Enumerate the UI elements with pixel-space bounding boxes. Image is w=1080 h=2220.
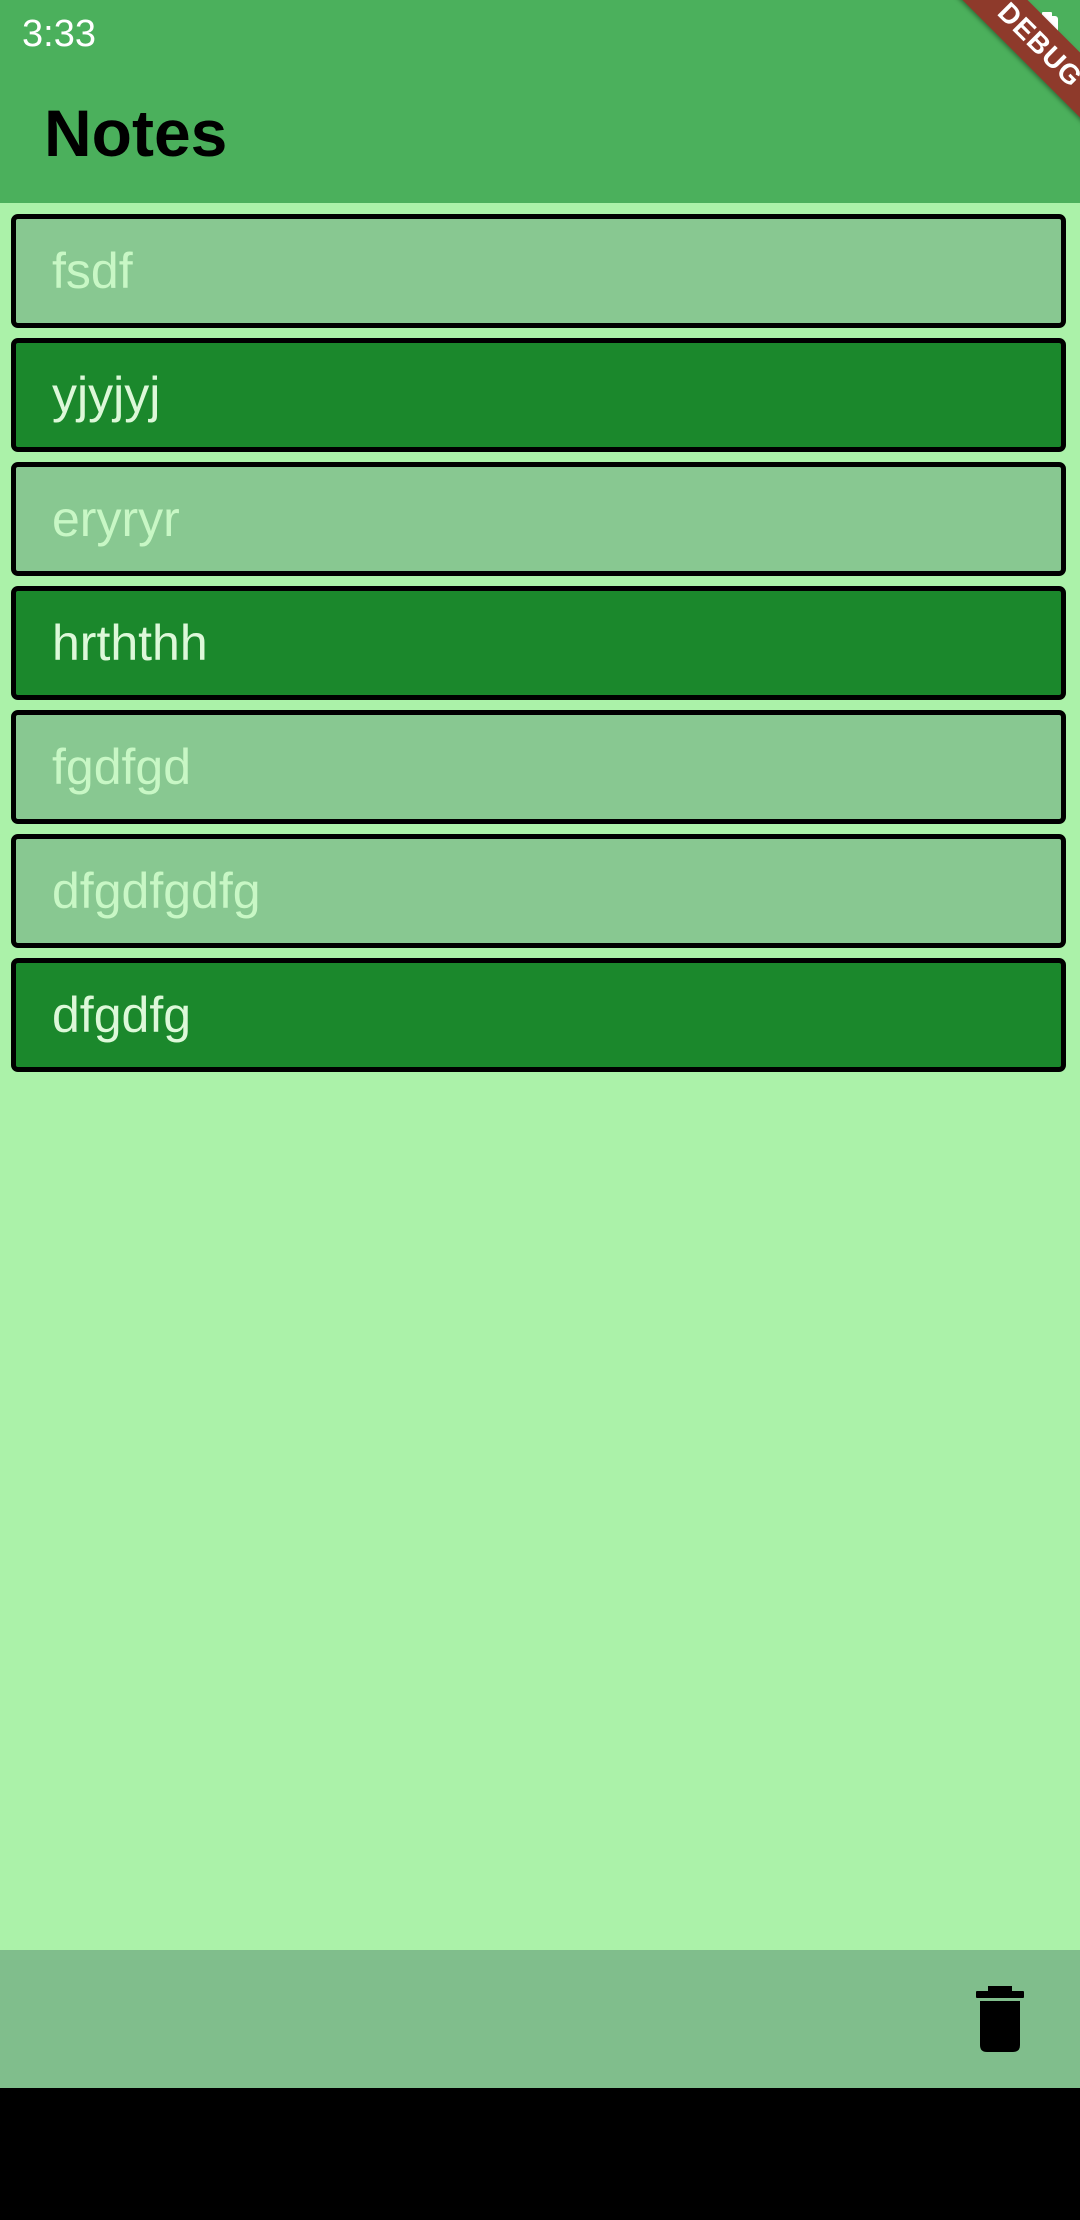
note-text: hrththh [52,615,208,671]
note-item[interactable]: dfgdfgdfg [11,834,1066,948]
notes-list: fsdf yjyjyj eryryr hrththh fgdfgd dfgdfg… [0,214,1080,1082]
trash-icon[interactable] [970,1986,1030,2052]
system-nav-bar [0,2088,1080,2220]
note-text: yjyjyj [52,367,161,423]
note-text: eryryr [52,491,180,547]
note-item[interactable]: hrththh [11,586,1066,700]
note-item[interactable]: eryryr [11,462,1066,576]
note-text: dfgdfg [52,987,192,1043]
note-text: dfgdfgdfg [52,863,261,919]
note-text: fgdfgd [52,739,192,795]
app-bar: 3:33 Notes [0,0,1080,203]
note-item[interactable]: fsdf [11,214,1066,328]
note-item[interactable]: yjyjyj [11,338,1066,452]
note-item[interactable]: dfgdfg [11,958,1066,1072]
note-text: fsdf [52,243,133,299]
battery-icon [1036,12,1058,49]
note-item[interactable]: fgdfgd [11,710,1066,824]
bottom-app-bar [0,1950,1080,2088]
status-time: 3:33 [22,13,96,55]
page-title: Notes [44,96,228,170]
